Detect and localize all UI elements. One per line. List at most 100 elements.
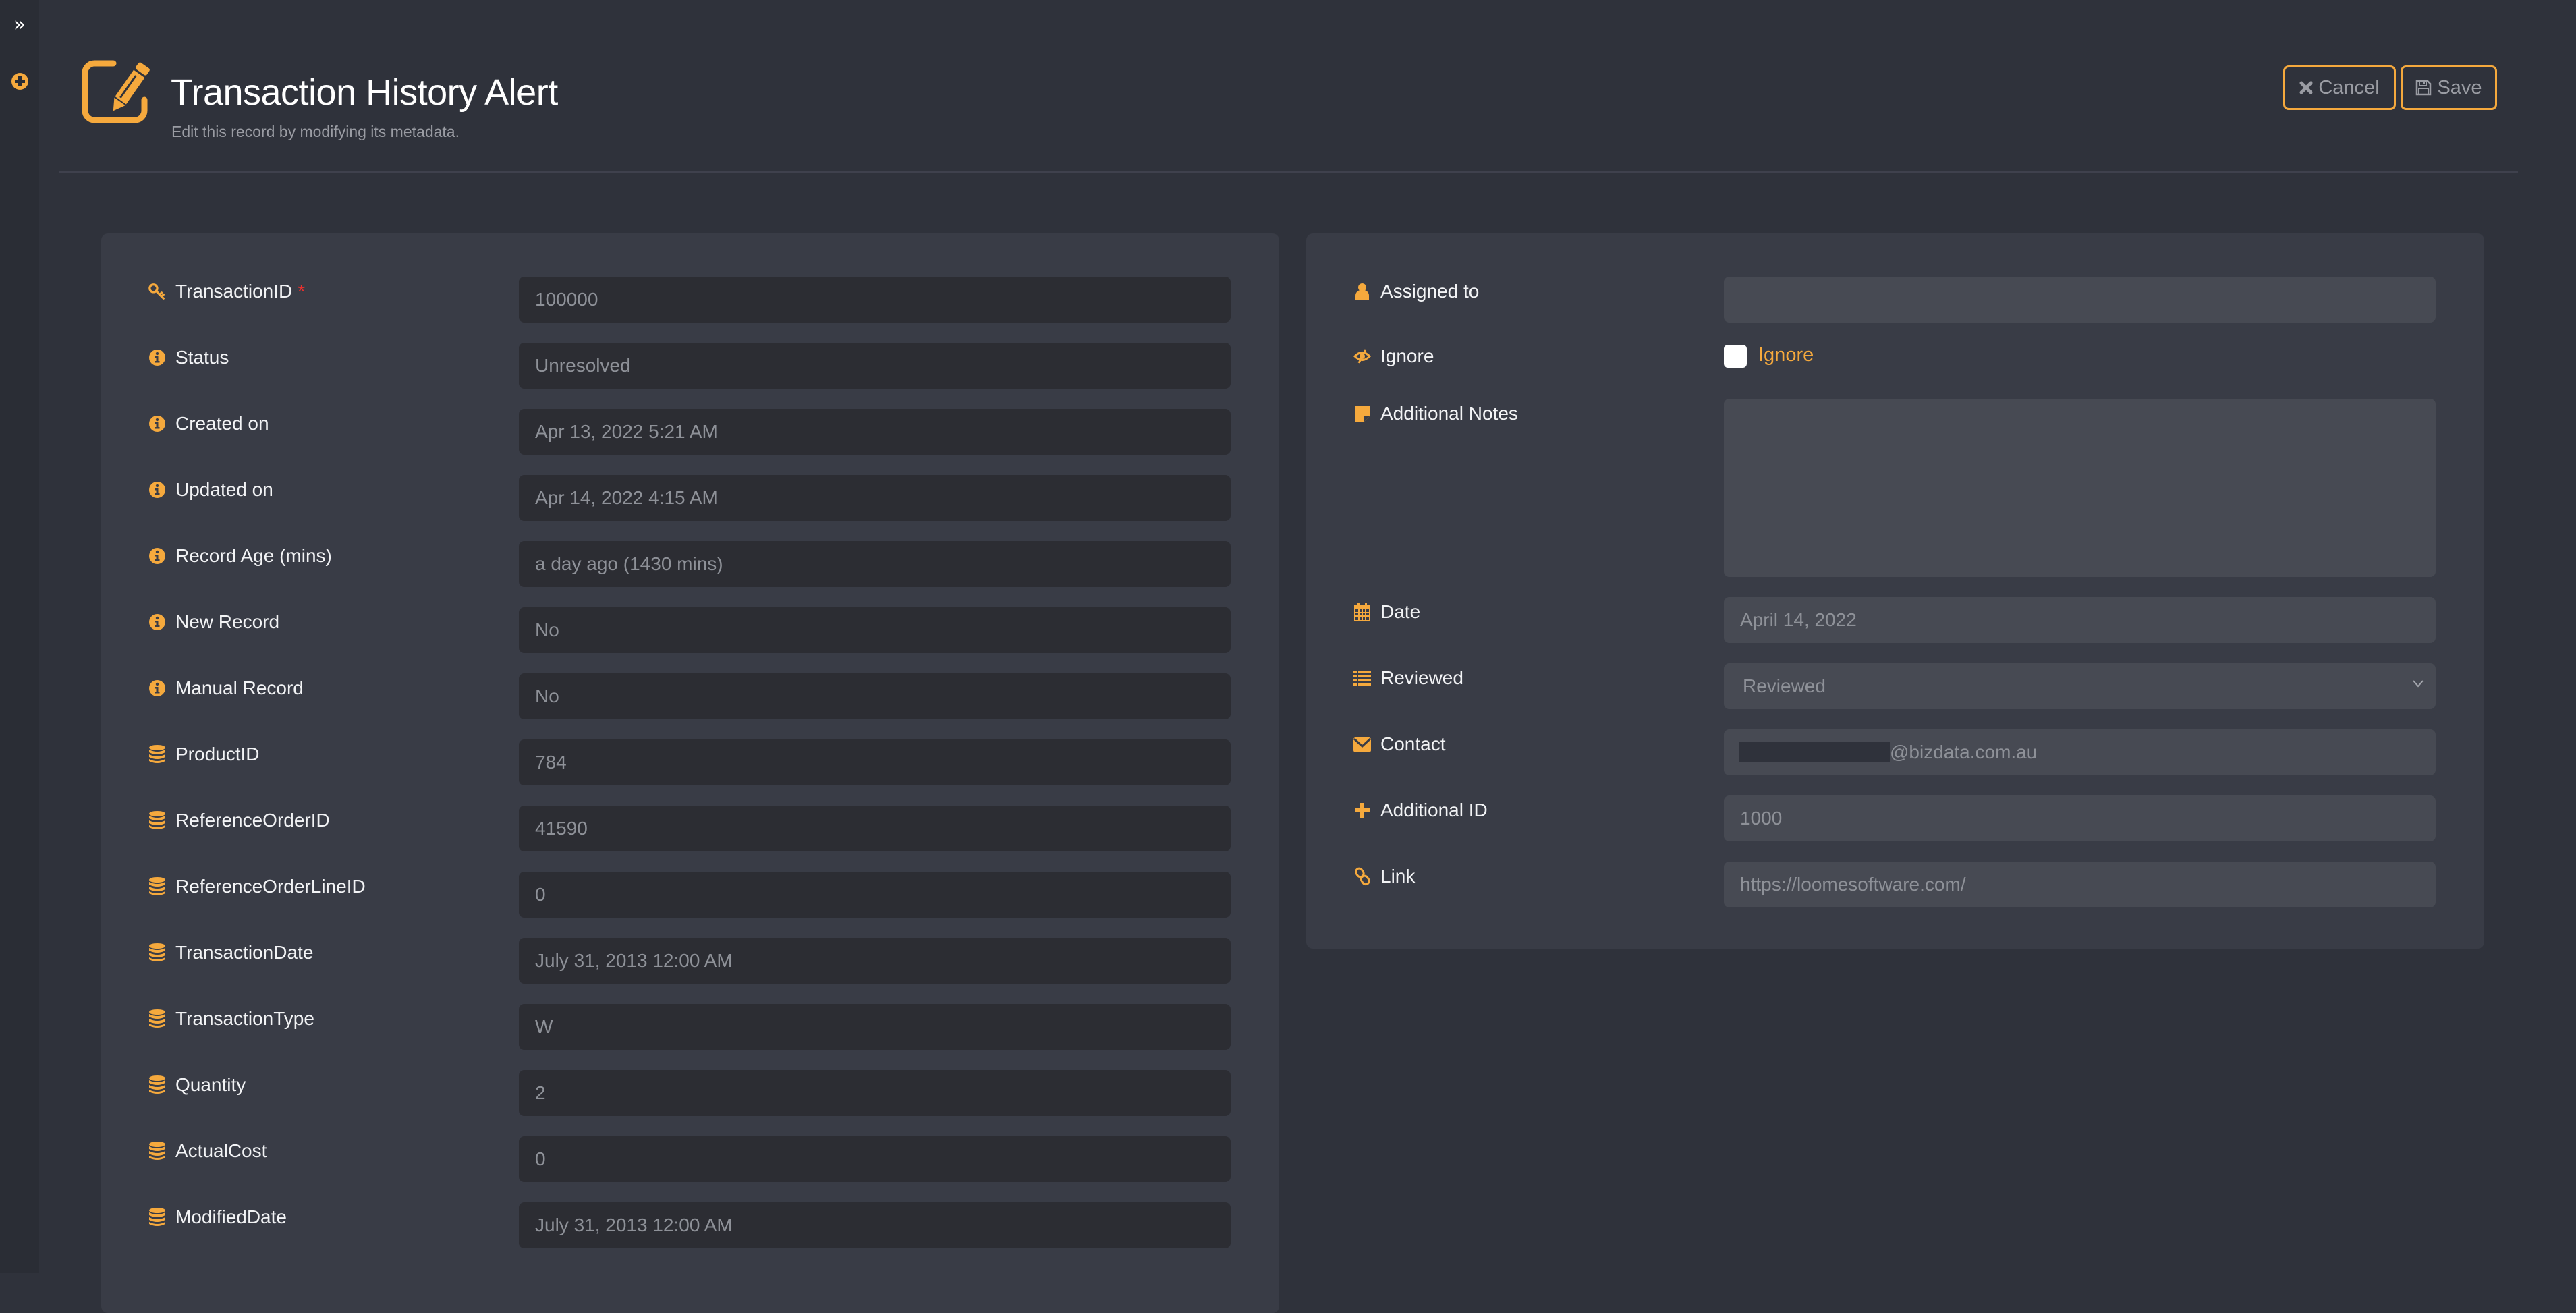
ignore-label: Ignore [1380, 345, 1434, 366]
date-label: Date [1380, 601, 1421, 622]
additional-notes-label: Additional Notes [1380, 403, 1518, 424]
alert-metadata-panel: Assigned to Ignore Ignore Additional Not… [1306, 233, 2484, 949]
field-row: Quantity 2 [101, 1070, 1279, 1116]
field-label: Status [175, 347, 229, 368]
database-icon [148, 811, 166, 830]
additional-id-input[interactable]: 1000 [1724, 795, 2436, 841]
field-value-input[interactable]: Apr 13, 2022 5:21 AM [519, 409, 1231, 455]
info-circle-icon [148, 679, 166, 698]
field-value-input[interactable]: July 31, 2013 12:00 AM [519, 1202, 1231, 1248]
field-label-group: TransactionDate [148, 942, 313, 963]
redacted-text [1739, 742, 1890, 762]
link-icon [1353, 867, 1371, 886]
chevron-down-icon [2413, 680, 2424, 688]
contact-label: Contact [1380, 733, 1446, 754]
field-label-group: ModifiedDate [148, 1206, 287, 1228]
field-label-group: ProductID [148, 744, 260, 765]
info-circle-icon [148, 547, 166, 565]
field-value-input[interactable]: 2 [519, 1070, 1231, 1116]
info-circle-icon [148, 414, 166, 433]
field-label-group: New Record [148, 611, 279, 633]
field-row: TransactionID * 100000 [101, 277, 1279, 323]
field-value-input[interactable]: a day ago (1430 mins) [519, 541, 1231, 587]
save-button[interactable]: Save [2401, 65, 2497, 110]
page-title: Transaction History Alert [171, 72, 558, 113]
header-divider [59, 171, 2518, 173]
list-icon [1353, 669, 1371, 688]
field-label: ModifiedDate [175, 1206, 287, 1227]
reviewed-select-value: Reviewed [1743, 675, 1826, 696]
reviewed-select[interactable]: Reviewed [1724, 663, 2436, 709]
plus-circle-icon[interactable] [11, 73, 28, 90]
cancel-button[interactable]: Cancel [2283, 65, 2396, 110]
field-value-input[interactable]: 41590 [519, 806, 1231, 851]
floppy-disk-icon [2416, 80, 2432, 96]
date-input[interactable]: April 14, 2022 [1724, 597, 2436, 643]
field-label-group: Quantity [148, 1074, 246, 1096]
required-indicator: * [298, 281, 306, 302]
field-label-group: Updated on [148, 479, 273, 501]
link-label: Link [1380, 866, 1416, 887]
field-row: ReferenceOrderLineID 0 [101, 872, 1279, 918]
field-label: ActualCost [175, 1140, 267, 1161]
field-label-group: TransactionType [148, 1008, 314, 1030]
assigned-to-label: Assigned to [1380, 281, 1480, 302]
user-icon [1353, 282, 1371, 301]
field-label: ReferenceOrderLineID [175, 876, 366, 897]
field-ignore: Ignore [1306, 343, 2484, 389]
ignore-checkbox-label[interactable]: Ignore [1758, 344, 1814, 366]
field-link: Link https://loomesoftware.com/ [1306, 862, 2484, 907]
field-row: Record Age (mins) a day ago (1430 mins) [101, 541, 1279, 587]
plus-icon [1353, 801, 1371, 820]
additional-notes-textarea[interactable] [1724, 399, 2436, 577]
field-label: Updated on [175, 479, 273, 500]
link-input[interactable]: https://loomesoftware.com/ [1724, 862, 2436, 907]
field-value-input[interactable]: 100000 [519, 277, 1231, 323]
field-value-input[interactable]: 0 [519, 872, 1231, 918]
field-label: TransactionID [175, 281, 293, 302]
field-row: New Record No [101, 607, 1279, 653]
field-label-group: ActualCost [148, 1140, 267, 1162]
field-value-input[interactable]: No [519, 607, 1231, 653]
field-value-input[interactable]: Apr 14, 2022 4:15 AM [519, 475, 1231, 521]
reviewed-label: Reviewed [1380, 667, 1463, 688]
field-label: Record Age (mins) [175, 545, 332, 566]
info-circle-icon [148, 348, 166, 367]
field-row: Status Unresolved [101, 343, 1279, 389]
database-icon [148, 1009, 166, 1028]
database-icon [148, 943, 166, 962]
database-icon [148, 877, 166, 896]
field-assigned-to: Assigned to [1306, 277, 2484, 323]
field-label: TransactionType [175, 1008, 314, 1029]
sticky-note-icon [1353, 404, 1371, 423]
field-value-input[interactable]: 0 [519, 1136, 1231, 1182]
envelope-icon [1353, 735, 1371, 754]
field-value-input[interactable]: July 31, 2013 12:00 AM [519, 938, 1231, 984]
field-label-group: Manual Record [148, 677, 304, 699]
field-value-input[interactable]: No [519, 673, 1231, 719]
database-icon [148, 745, 166, 764]
field-label: New Record [175, 611, 280, 632]
edit-square-icon [82, 60, 150, 123]
field-label-group: Record Age (mins) [148, 545, 332, 567]
field-reviewed: Reviewed Reviewed [1306, 663, 2484, 709]
record-fields-panel: TransactionID * 100000 Status Unresolved Crea… [101, 233, 1279, 1313]
field-value-input[interactable]: W [519, 1004, 1231, 1050]
sidebar: » [0, 0, 39, 1273]
assigned-to-input[interactable] [1724, 277, 2436, 323]
field-row: Manual Record No [101, 673, 1279, 719]
double-chevron-right-icon[interactable]: » [9, 15, 30, 35]
field-label: Quantity [175, 1074, 246, 1095]
ignore-checkbox[interactable] [1724, 345, 1747, 368]
field-label: Manual Record [175, 677, 304, 698]
contact-input[interactable]: @bizdata.com.au [1724, 729, 2436, 775]
field-label-group: ReferenceOrderLineID [148, 876, 366, 897]
field-row: Created on Apr 13, 2022 5:21 AM [101, 409, 1279, 455]
close-icon [2299, 81, 2313, 94]
field-row: ModifiedDate July 31, 2013 12:00 AM [101, 1202, 1279, 1248]
field-value-input[interactable]: Unresolved [519, 343, 1231, 389]
key-icon [148, 282, 166, 301]
field-value-input[interactable]: 784 [519, 739, 1231, 785]
field-label: ProductID [175, 744, 260, 764]
field-label-group: ReferenceOrderID [148, 810, 330, 831]
